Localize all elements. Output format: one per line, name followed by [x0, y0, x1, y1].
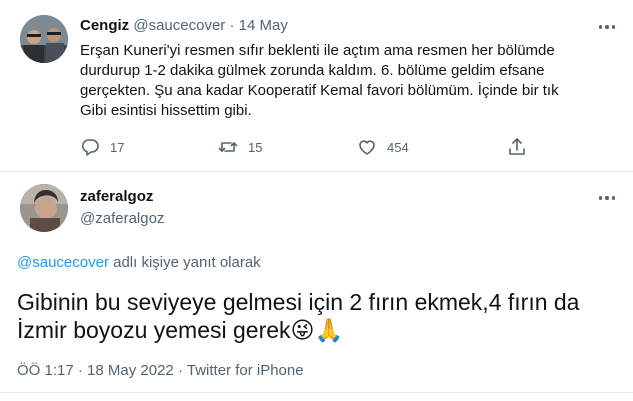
more-icon[interactable] [596, 22, 618, 32]
meta-separator: · [77, 362, 83, 379]
more-icon[interactable] [596, 193, 618, 203]
tweet1-text-line: gerçekten. Şu ana kadar Kooperatif Kemal… [80, 82, 559, 99]
tweet2-meta: ÖÖ 1:17 · 18 May 2022 · Twitter for iPho… [17, 361, 304, 381]
folded-hands-emoji: 🙏 [314, 317, 344, 343]
share-button[interactable] [507, 137, 527, 157]
like-count: 454 [387, 139, 409, 155]
tweet1-text-line: Gibi esintisi hissettim gibi. [80, 102, 252, 119]
winking-tongue-emoji: 😜 [290, 317, 315, 343]
tweet-divider [0, 171, 633, 172]
tweet1-date[interactable]: 14 May [239, 17, 288, 34]
tweet2-time[interactable]: ÖÖ 1:17 [17, 362, 74, 379]
reply-mention-link[interactable]: @saucecover [17, 254, 109, 271]
tweet1-text-line: durdurup 1-2 dakika gülmek zorunda kaldı… [80, 62, 545, 79]
tweet1-handle[interactable]: @saucecover [133, 17, 225, 34]
like-button[interactable]: 454 [357, 137, 409, 157]
tweet1-header: Cengiz @saucecover · 14 May [80, 16, 288, 36]
bottom-divider [0, 392, 633, 393]
retweet-button[interactable]: 15 [218, 137, 262, 157]
tweet1-text: Erşan Kuneri'yi resmen sıfır beklenti il… [80, 41, 605, 121]
reply-icon [81, 139, 99, 156]
tweet2-text-line: İzmir boyozu yemesi gerek [17, 317, 291, 343]
tweet2-text-line-with-emojis: İzmir boyozu yemesi gerek😜🙏 [17, 316, 617, 344]
tweet1-separator: · [229, 17, 235, 34]
tweet2-avatar[interactable] [20, 184, 68, 232]
reply-button[interactable]: 17 [80, 137, 124, 157]
tweet2-text: Gibinin bu seviyeye gelmesi için 2 fırın… [17, 288, 617, 344]
tweet1-text-line: Erşan Kuneri'yi resmen sıfır beklenti il… [80, 42, 555, 59]
tweet1-display-name[interactable]: Cengiz [80, 17, 129, 34]
tweet2-display-name[interactable]: zaferalgoz [80, 187, 153, 207]
retweet-icon [218, 142, 238, 152]
tweet2-date[interactable]: 18 May 2022 [87, 362, 174, 379]
retweet-count: 15 [248, 139, 263, 155]
share-icon [509, 138, 525, 155]
reply-count: 17 [110, 139, 125, 155]
reply-context: @saucecover adlı kişiye yanıt olarak [17, 253, 261, 273]
reply-context-text: adlı kişiye yanıt olarak [108, 254, 261, 271]
tweet1-avatar[interactable] [20, 15, 68, 63]
tweet2-handle[interactable]: @zaferalgoz [80, 209, 164, 229]
meta-separator: · [177, 362, 183, 379]
tweet2-text-line: Gibinin bu seviyeye gelmesi için 2 fırın… [17, 289, 580, 315]
like-icon [359, 140, 375, 155]
tweet2-source[interactable]: Twitter for iPhone [187, 362, 304, 379]
